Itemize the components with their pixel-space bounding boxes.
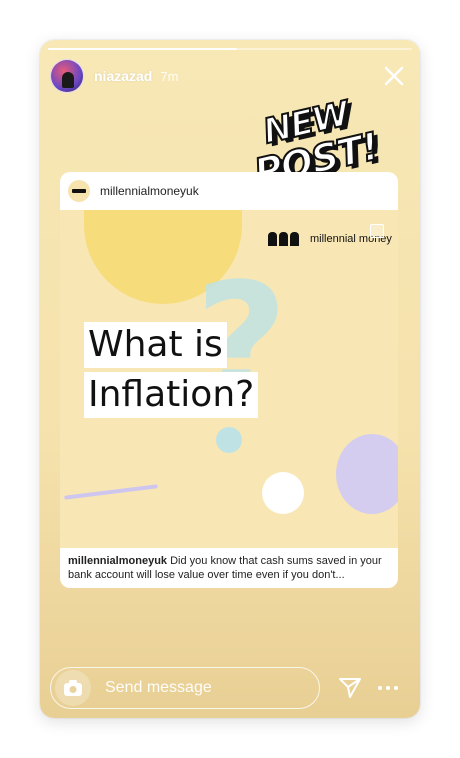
post-account-name[interactable]: millennialmoneyuk — [100, 184, 199, 198]
post-title: What is Inflation? — [84, 322, 259, 422]
title-line-2: Inflation? — [84, 372, 259, 418]
post-time: 7m — [160, 68, 179, 84]
story-progress-fill — [48, 48, 238, 50]
send-icon[interactable] — [336, 674, 364, 702]
camera-icon — [64, 680, 82, 696]
decor-lilac-circle — [336, 434, 398, 514]
post-header[interactable]: millennialmoneyuk — [60, 172, 398, 210]
brand-mark-icon — [268, 232, 302, 246]
message-placeholder[interactable]: Send message — [105, 679, 212, 697]
title-line-1: What is — [84, 322, 227, 368]
avatar[interactable] — [50, 59, 84, 93]
post-caption[interactable]: millennialmoneyuk Did you know that cash… — [60, 548, 398, 588]
square-icon — [370, 224, 384, 238]
message-input[interactable]: Send message — [50, 667, 320, 709]
close-icon[interactable] — [380, 62, 408, 90]
more-icon[interactable] — [374, 674, 402, 702]
decor-teal-dot — [216, 427, 242, 453]
post-account-avatar — [68, 180, 90, 202]
decor-lilac-stroke — [64, 484, 158, 500]
decor-white-circle — [262, 472, 304, 514]
username[interactable]: niazazad — [94, 68, 152, 84]
story-progress-bar — [48, 48, 412, 50]
caption-username: millennialmoneyuk — [68, 555, 168, 567]
shared-post-card[interactable]: ? millennialmoneyuk millennial money Wha… — [60, 172, 398, 588]
story-header: niazazad 7m — [50, 58, 410, 94]
camera-button[interactable] — [55, 670, 91, 706]
story-viewer[interactable]: niazazad 7m NEW POST! ? millennialmoneyu… — [40, 40, 420, 718]
story-footer: Send message — [50, 667, 410, 709]
